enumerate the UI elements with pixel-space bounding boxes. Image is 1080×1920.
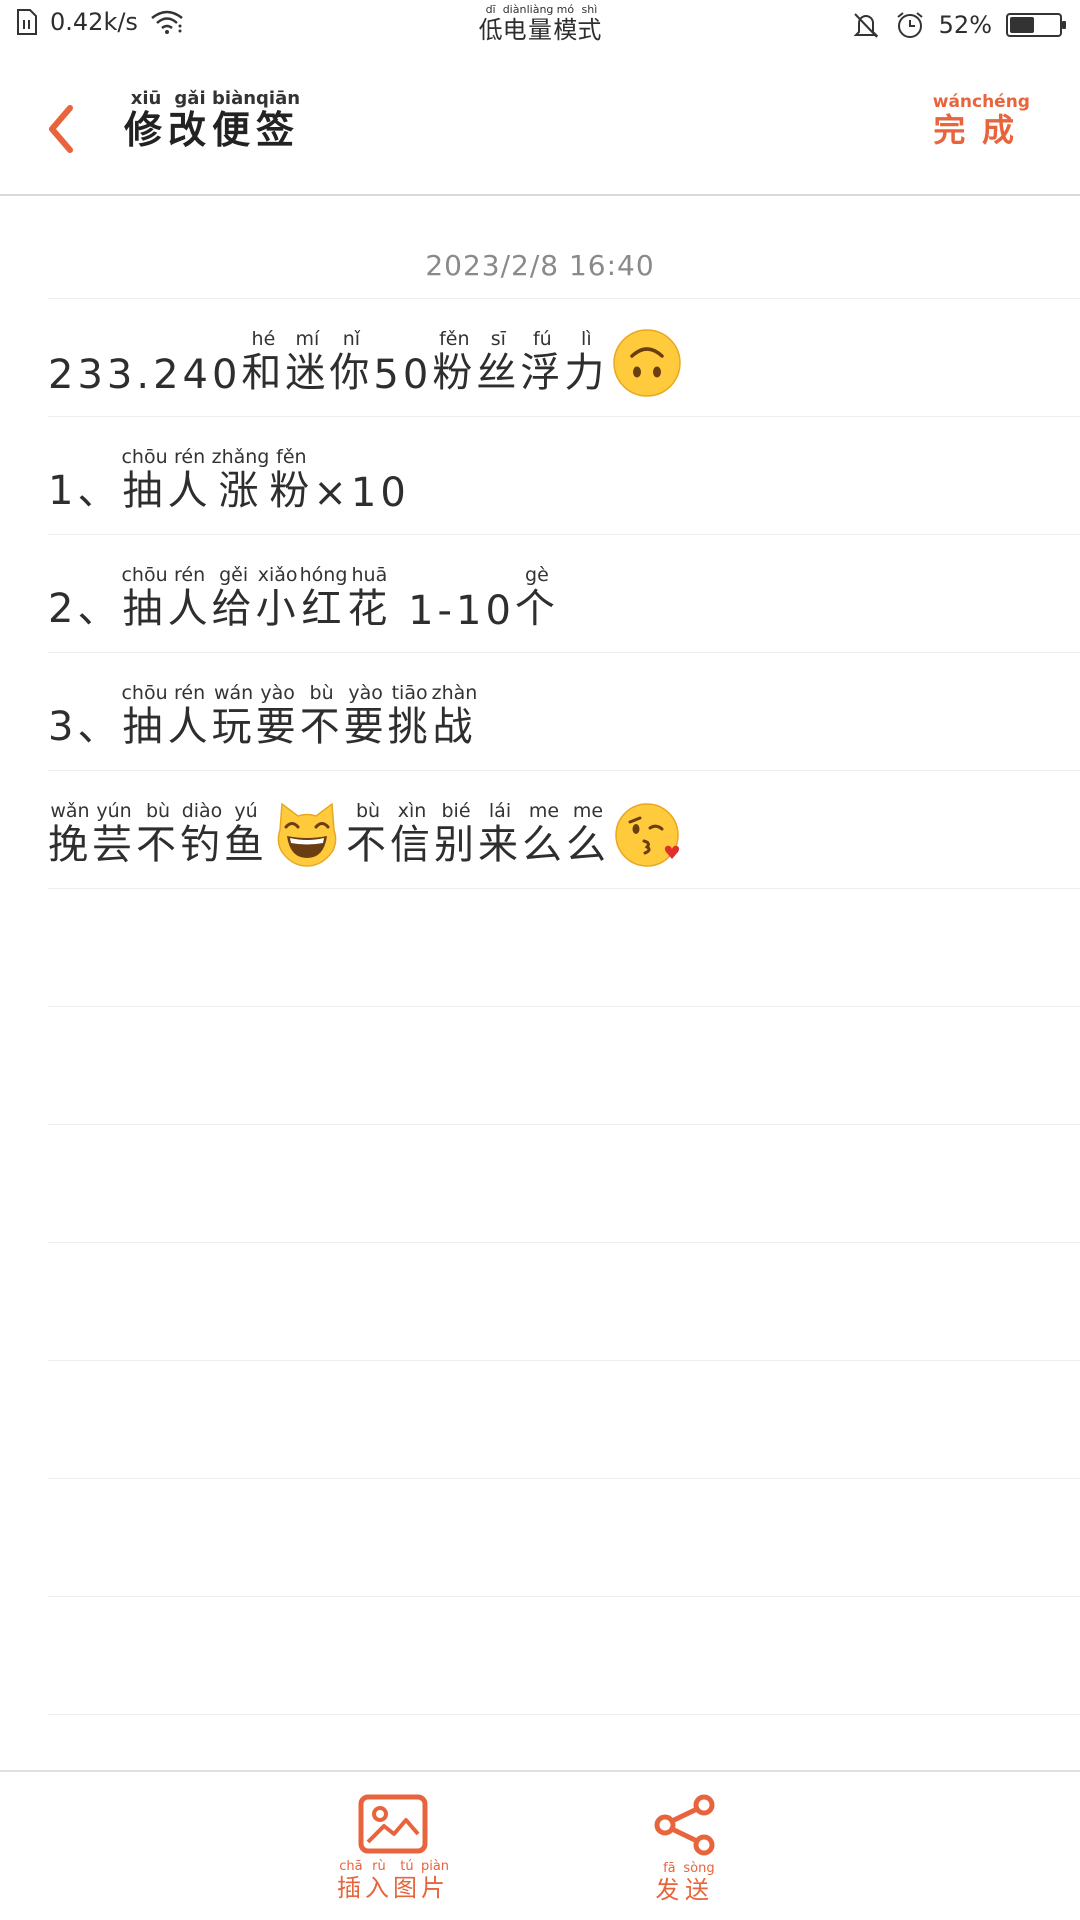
note-date: 2023/2/8 16:40 — [48, 196, 1080, 299]
note-line-4[interactable]: 3、 抽chōu 人rén 玩wán 要yào 不bù 要yào 挑tiāo 战zhàn — [48, 653, 1080, 771]
empty-line[interactable] — [48, 889, 1080, 1007]
status-bar: 0.42k/s 低dī电diàn量liàng模mó式shì 52% — [0, 0, 1080, 56]
empty-line[interactable] — [48, 1479, 1080, 1597]
bell-muted-icon — [853, 13, 879, 38]
image-icon — [358, 1794, 428, 1854]
note-line-2[interactable]: 1、 抽chōu 人rén 涨zhǎng 粉fěn ×10 — [48, 417, 1080, 535]
share-icon — [654, 1794, 715, 1856]
note-editor[interactable]: 2023/2/8 16:40 233.240 和hé 迷mí 你nǐ 50 粉fěn 丝sī… — [48, 196, 1080, 1715]
status-right: 52% — [851, 10, 1066, 40]
send-label: 发fā送sòng — [655, 1861, 715, 1904]
done-button[interactable]: 完wán成chéng — [933, 92, 1030, 151]
header: 修xiū改gǎi便biàn签qiān 完wán成chéng — [0, 56, 1080, 196]
insert-image-button[interactable]: 插chā入rù图tú片piàn — [320, 1794, 466, 1903]
upside-down-face-emoji-icon — [613, 329, 682, 397]
empty-line[interactable] — [48, 1125, 1080, 1243]
note-line-3[interactable]: 2、 抽chōu 人rén 给gěi 小xiǎo 红hóng 花huā 1-10 个gè — [48, 535, 1080, 653]
battery-percent: 52% — [938, 11, 992, 39]
insert-image-label: 插chā入rù图tú片piàn — [336, 1859, 450, 1902]
empty-line[interactable] — [48, 1243, 1080, 1361]
alarm-icon — [897, 12, 923, 38]
battery-fill — [1010, 17, 1035, 33]
send-button[interactable]: 发fā送sòng — [640, 1794, 730, 1905]
note-line-5[interactable]: 挽wǎn 芸yún 不bù 钓diào 鱼yú 不bù 信xìn 别bié 来lái 么me 么m… — [48, 771, 1080, 889]
battery-icon — [1006, 13, 1066, 37]
back-chevron-icon[interactable] — [38, 94, 88, 164]
empty-line[interactable] — [48, 1007, 1080, 1125]
grinning-cat-emoji-icon — [277, 802, 337, 867]
empty-line[interactable] — [48, 1361, 1080, 1479]
empty-line[interactable] — [48, 1597, 1080, 1715]
page-title: 修xiū改gǎi便biàn签qiān — [124, 88, 301, 152]
bottom-toolbar: 插chā入rù图tú片piàn 发fā送sòng — [0, 1770, 1080, 1920]
note-line-1[interactable]: 233.240 和hé 迷mí 你nǐ 50 粉fěn 丝sī 浮fú 力lì — [48, 299, 1080, 417]
kissing-face-emoji-icon — [615, 803, 680, 867]
